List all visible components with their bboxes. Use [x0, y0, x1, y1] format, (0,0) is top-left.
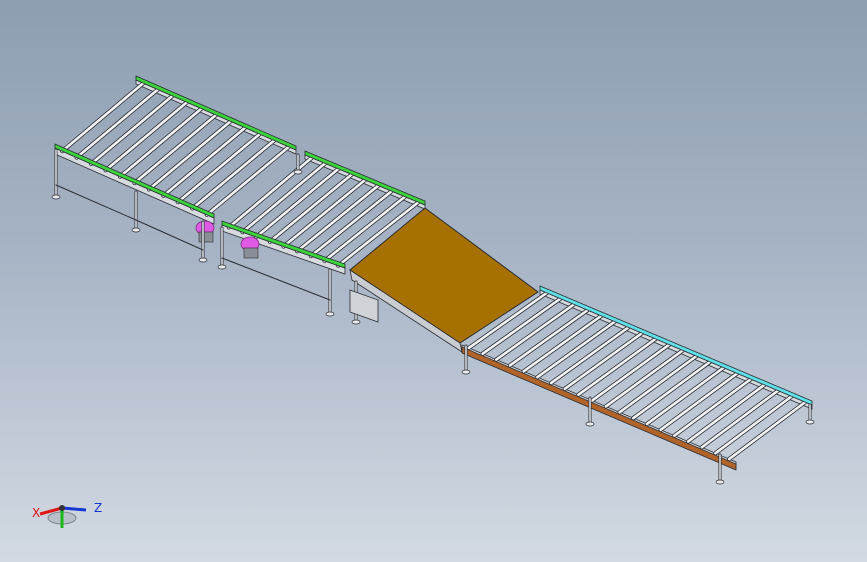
roller	[75, 88, 160, 159]
roller	[577, 337, 657, 397]
guide-rail	[135, 75, 297, 151]
incline-plate	[349, 207, 539, 353]
leg-foot	[585, 421, 595, 427]
lower-frame-bar	[221, 257, 331, 301]
roller	[494, 303, 576, 361]
gearbox	[198, 231, 214, 243]
roller	[522, 314, 603, 373]
roller	[604, 349, 685, 408]
incline-deck	[349, 207, 539, 344]
roller	[686, 383, 766, 443]
leg-foot	[131, 227, 141, 233]
roller	[162, 126, 247, 198]
roller	[104, 100, 189, 172]
leg-foot	[198, 257, 208, 263]
roller	[176, 132, 261, 204]
roller	[714, 395, 793, 455]
leg-foot	[293, 169, 303, 175]
roller	[147, 120, 232, 191]
roller	[133, 113, 218, 185]
conveyor-assembly-model[interactable]	[0, 0, 867, 562]
roller	[118, 107, 203, 178]
roller	[89, 94, 174, 166]
leg-foot	[325, 311, 335, 317]
leg-foot	[217, 264, 227, 270]
incline-support-box	[349, 289, 379, 323]
roller	[727, 400, 807, 461]
roller	[60, 81, 145, 153]
leg-foot	[51, 194, 61, 200]
leg-foot	[351, 319, 361, 325]
leg-foot	[461, 369, 471, 375]
roller	[563, 331, 644, 391]
roller	[645, 366, 725, 426]
leg-foot	[805, 419, 815, 425]
roller	[659, 372, 739, 432]
roller	[618, 354, 698, 414]
lower-frame-bar	[55, 184, 137, 221]
gearbox	[243, 247, 259, 259]
z-axis-label: Z	[94, 501, 103, 515]
cad-viewport[interactable]: X Z	[0, 0, 867, 562]
lower-frame-bar	[135, 219, 204, 251]
leg-foot	[715, 479, 725, 485]
roller	[549, 326, 630, 385]
roller	[590, 343, 671, 402]
roller	[700, 389, 780, 449]
roller	[536, 320, 617, 379]
roller	[508, 308, 589, 367]
coordinate-triad: X Z	[26, 488, 106, 534]
x-axis-label: X	[32, 506, 41, 520]
roller	[631, 360, 712, 420]
roller	[673, 377, 753, 437]
